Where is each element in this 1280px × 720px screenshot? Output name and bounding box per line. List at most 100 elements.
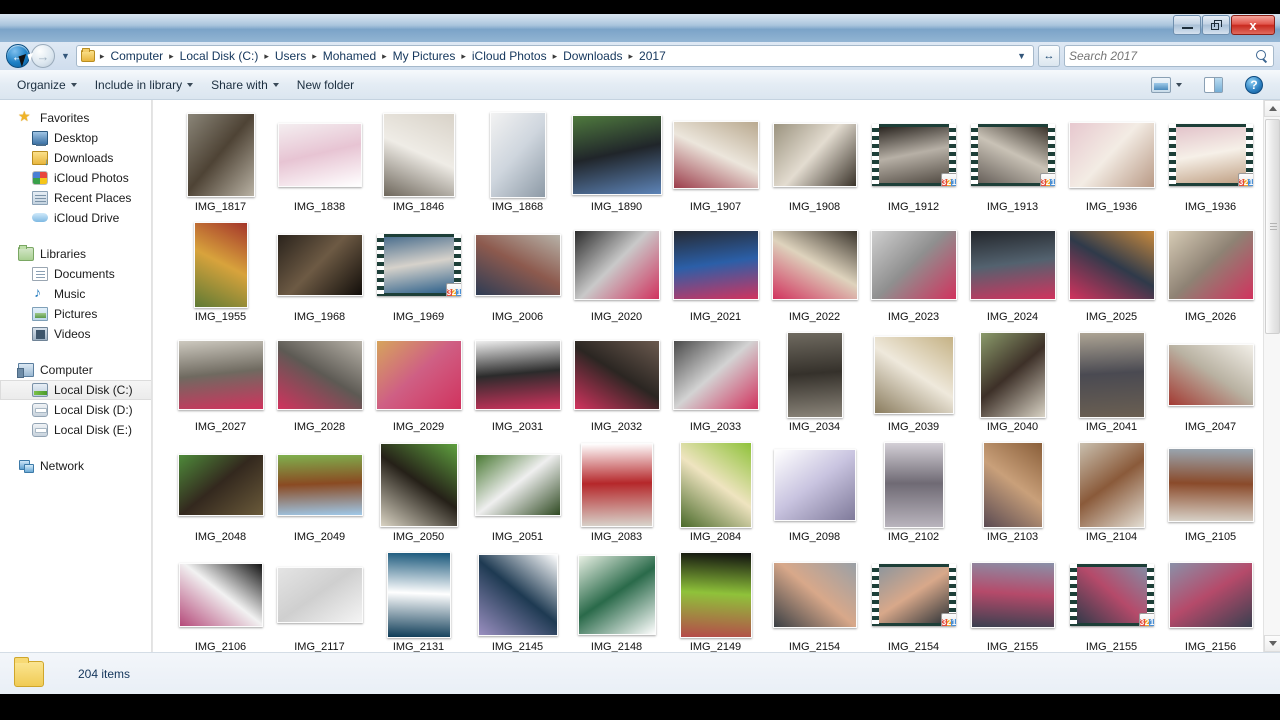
new-folder-button[interactable]: New folder (288, 74, 363, 96)
breadcrumb-local-disk-c[interactable]: Local Disk (C:) (177, 47, 262, 65)
file-item[interactable]: IMG_1846 (369, 110, 468, 220)
file-item[interactable]: IMG_2154 (765, 550, 864, 652)
file-item[interactable]: IMG_1908 (765, 110, 864, 220)
sidebar-item-pictures[interactable]: Pictures (0, 304, 152, 324)
sidebar-item-recent-places[interactable]: Recent Places (0, 188, 152, 208)
sidebar-item-local-disk-d[interactable]: Local Disk (D:) (0, 400, 152, 420)
file-item[interactable]: IMG_2033 (666, 330, 765, 440)
share-with-button[interactable]: Share with (202, 74, 288, 96)
breadcrumb-mohamed[interactable]: Mohamed (320, 47, 379, 65)
file-item[interactable]: IMG_2149 (666, 550, 765, 652)
breadcrumb-downloads[interactable]: Downloads (560, 47, 625, 65)
file-item[interactable]: IMG_2051 (468, 440, 567, 550)
file-item[interactable]: IMG_2105 (1161, 440, 1260, 550)
scroll-down-button[interactable] (1264, 635, 1280, 652)
sidebar-item-documents[interactable]: Documents (0, 264, 152, 284)
sidebar-item-desktop[interactable]: Desktop (0, 128, 152, 148)
file-item[interactable]: IMG_2031 (468, 330, 567, 440)
title-bar[interactable]: x (0, 14, 1280, 42)
file-item[interactable]: IMG_2032 (567, 330, 666, 440)
scroll-up-button[interactable] (1264, 100, 1280, 117)
forward-button[interactable]: → (31, 44, 55, 68)
file-item[interactable]: 321 IMG_2154 (864, 550, 963, 652)
sidebar-item-network[interactable]: Network (0, 456, 152, 476)
file-item[interactable]: IMG_2040 (963, 330, 1062, 440)
include-in-library-button[interactable]: Include in library (86, 74, 202, 96)
sidebar-item-local-disk-e[interactable]: Local Disk (E:) (0, 420, 152, 440)
file-item[interactable]: IMG_2027 (171, 330, 270, 440)
file-item[interactable]: IMG_1890 (567, 110, 666, 220)
change-view-button[interactable] (1142, 73, 1191, 97)
breadcrumb-icloud-photos[interactable]: iCloud Photos (469, 47, 550, 65)
scrollbar-thumb[interactable] (1265, 119, 1280, 334)
search-box[interactable] (1064, 45, 1274, 67)
breadcrumb-computer[interactable]: Computer (107, 47, 166, 65)
file-item[interactable]: IMG_2148 (567, 550, 666, 652)
sidebar-item-icloud-photos[interactable]: iCloud Photos (0, 168, 152, 188)
restore-button[interactable] (1202, 15, 1230, 35)
sidebar-item-computer[interactable]: Computer (0, 360, 152, 380)
sidebar-item-local-disk-c[interactable]: Local Disk (C:) (0, 380, 152, 400)
file-item[interactable]: 321 IMG_1912 (864, 110, 963, 220)
file-item[interactable]: IMG_2023 (864, 220, 963, 330)
file-item[interactable]: IMG_1868 (468, 110, 567, 220)
file-item[interactable]: IMG_2102 (864, 440, 963, 550)
file-item[interactable]: IMG_1968 (270, 220, 369, 330)
file-item[interactable]: IMG_2083 (567, 440, 666, 550)
preview-pane-button[interactable] (1195, 73, 1232, 97)
file-item[interactable]: 321 IMG_1936 (1161, 110, 1260, 220)
file-item[interactable]: IMG_2103 (963, 440, 1062, 550)
search-input[interactable] (1069, 49, 1256, 63)
breadcrumb-2017[interactable]: 2017 (636, 47, 669, 65)
file-item[interactable]: IMG_2006 (468, 220, 567, 330)
file-item[interactable]: IMG_1955 (171, 220, 270, 330)
file-item[interactable]: IMG_2028 (270, 330, 369, 440)
file-item[interactable]: IMG_2041 (1062, 330, 1161, 440)
file-item[interactable]: IMG_2049 (270, 440, 369, 550)
file-item[interactable]: IMG_1817 (171, 110, 270, 220)
file-item[interactable]: IMG_2022 (765, 220, 864, 330)
file-item[interactable]: IMG_2025 (1062, 220, 1161, 330)
file-item[interactable]: IMG_1907 (666, 110, 765, 220)
file-item[interactable]: IMG_2039 (864, 330, 963, 440)
file-item[interactable]: IMG_2098 (765, 440, 864, 550)
close-button[interactable]: x (1231, 15, 1275, 35)
breadcrumb-dropdown-icon[interactable]: ▼ (1012, 51, 1031, 61)
sidebar-item-music[interactable]: Music (0, 284, 152, 304)
file-item[interactable]: IMG_2131 (369, 550, 468, 652)
file-item[interactable]: IMG_2024 (963, 220, 1062, 330)
file-item[interactable]: IMG_2034 (765, 330, 864, 440)
sidebar-item-downloads[interactable]: Downloads (0, 148, 152, 168)
file-item[interactable]: IMG_2155 (963, 550, 1062, 652)
sidebar-item-favorites[interactable]: Favorites (0, 108, 152, 128)
file-item[interactable]: IMG_2047 (1161, 330, 1260, 440)
file-item[interactable]: IMG_2029 (369, 330, 468, 440)
breadcrumb-users[interactable]: Users (272, 47, 309, 65)
file-item[interactable]: IMG_2145 (468, 550, 567, 652)
sidebar-item-libraries[interactable]: Libraries (0, 244, 152, 264)
vertical-scrollbar[interactable] (1263, 100, 1280, 652)
recent-pages-caret-icon[interactable]: ▼ (61, 51, 70, 61)
file-item[interactable]: IMG_2021 (666, 220, 765, 330)
file-item[interactable]: IMG_2106 (171, 550, 270, 652)
file-item[interactable]: IMG_2048 (171, 440, 270, 550)
file-item[interactable]: IMG_2026 (1161, 220, 1260, 330)
file-item[interactable]: IMG_1838 (270, 110, 369, 220)
minimize-button[interactable] (1173, 15, 1201, 35)
file-item[interactable]: IMG_1936 (1062, 110, 1161, 220)
sidebar-item-videos[interactable]: Videos (0, 324, 152, 344)
file-item[interactable]: IMG_2020 (567, 220, 666, 330)
file-item[interactable]: IMG_2104 (1062, 440, 1161, 550)
help-button[interactable]: ? (1236, 72, 1272, 98)
breadcrumb-my-pictures[interactable]: My Pictures (390, 47, 459, 65)
file-item[interactable]: IMG_2117 (270, 550, 369, 652)
file-item[interactable]: IMG_2156 (1161, 550, 1260, 652)
file-list-pane[interactable]: IMG_1817 IMG_1838 IMG_1846 IMG_1868 IMG_1890… (152, 100, 1280, 652)
organize-button[interactable]: Organize (8, 74, 86, 96)
sidebar-item-icloud-drive[interactable]: iCloud Drive (0, 208, 152, 228)
breadcrumb[interactable]: ▸ Computer ▸ Local Disk (C:) ▸ Users ▸ M… (75, 45, 1034, 67)
file-item[interactable]: 321 IMG_1913 (963, 110, 1062, 220)
refresh-button[interactable]: ↔ (1038, 45, 1060, 67)
file-item[interactable]: IMG_2050 (369, 440, 468, 550)
file-item[interactable]: 321 IMG_1969 (369, 220, 468, 330)
